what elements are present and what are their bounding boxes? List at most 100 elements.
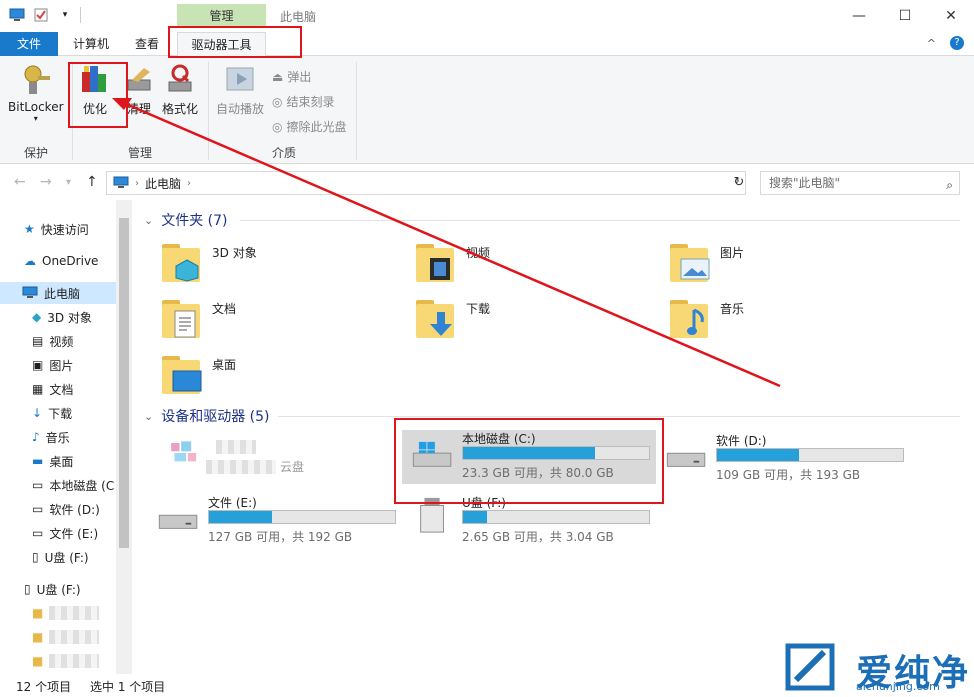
film-icon: ▤ — [32, 334, 44, 348]
drive-capacity-text: 109 GB 可用，共 193 GB — [716, 468, 861, 482]
recent-dropdown-icon[interactable]: ▾ — [66, 177, 71, 188]
folder-pictures-icon — [668, 240, 712, 284]
folder-label: 视频 — [466, 246, 491, 260]
properties-icon[interactable] — [32, 6, 50, 24]
device-cloud-drive[interactable]: 云盘 — [156, 432, 386, 482]
nav-videos[interactable]: ▤ 视频 — [32, 330, 73, 352]
folder-label: 下载 — [466, 302, 491, 316]
drive-usage-bar — [462, 510, 650, 524]
maximize-button[interactable]: ☐ — [882, 0, 928, 32]
group-label-manage: 管理 — [128, 146, 153, 160]
nav-label: 音乐 — [45, 430, 70, 445]
autoplay-label: 自动播放 — [216, 102, 265, 116]
nav-usb-f-root[interactable]: ▯ U盘 (F:) — [24, 578, 81, 600]
download-arrow-icon: ↓ — [32, 406, 43, 420]
collapse-ribbon-icon[interactable]: ^ — [927, 37, 936, 50]
erase-disc-button[interactable]: ◎ 擦除此光盘 — [272, 118, 347, 135]
format-button[interactable]: 格式化 — [162, 62, 198, 117]
refresh-icon[interactable]: ↻ — [730, 171, 748, 193]
device-software-d[interactable]: 软件 (D:) 109 GB 可用，共 193 GB — [656, 432, 910, 486]
nav-this-pc[interactable]: 此电脑 — [0, 282, 116, 304]
cloud-icon: ☁ — [24, 254, 36, 268]
breadcrumb-this-pc[interactable]: 此电脑 — [145, 175, 181, 192]
blurred-label — [49, 630, 100, 644]
drive-capacity-text: 127 GB 可用，共 192 GB — [208, 530, 353, 544]
back-arrow-icon[interactable]: ← — [14, 174, 26, 190]
eject-button[interactable]: ⏏ 弹出 — [272, 68, 311, 85]
folder-pictures[interactable]: 图片 — [668, 240, 744, 284]
nav-blurred-item[interactable]: ■ — [32, 626, 100, 648]
devices-section-header[interactable]: ⌄ 设备和驱动器 (5) — [144, 406, 270, 426]
nav-local-disk-c[interactable]: ▭ 本地磁盘 (C — [32, 474, 114, 496]
nav-blurred-item[interactable]: ■ — [32, 650, 100, 672]
folder-videos[interactable]: 视频 — [414, 240, 490, 284]
folder-downloads[interactable]: 下载 — [414, 296, 490, 340]
finish-burn-button[interactable]: ◎ 结束刻录 — [272, 93, 335, 110]
autoplay-button[interactable]: 自动播放 — [216, 62, 264, 117]
folder-label: 音乐 — [720, 302, 745, 316]
picture-icon: ▣ — [32, 358, 44, 372]
folder-documents[interactable]: 文档 — [160, 296, 236, 340]
nav-software-d[interactable]: ▭ 软件 (D:) — [32, 498, 100, 520]
nav-3d-objects[interactable]: ◆ 3D 对象 — [32, 306, 92, 328]
device-files-e[interactable]: 文件 (E:) 127 GB 可用，共 192 GB — [148, 494, 402, 548]
cleanup-label: 清理 — [126, 102, 151, 116]
nav-scrollbar-thumb[interactable] — [119, 218, 129, 548]
folder-label: 图片 — [720, 246, 745, 260]
highlight-box-drive-tools — [168, 26, 302, 58]
forward-arrow-icon[interactable]: → — [40, 174, 52, 190]
folders-section-title: 文件夹 (7) — [161, 213, 228, 229]
folder-music[interactable]: 音乐 — [668, 296, 744, 340]
customize-dropdown-icon[interactable]: ▾ — [56, 6, 74, 24]
folder-icon: ■ — [32, 606, 44, 620]
nav-documents[interactable]: ▦ 文档 — [32, 378, 73, 400]
ribbon-tabs: 文件 计算机 查看 驱动器工具 ^ ? — [0, 32, 974, 57]
minimize-button[interactable]: — — [836, 0, 882, 32]
nav-label: 桌面 — [49, 454, 74, 469]
folder-desktop[interactable]: 桌面 — [160, 352, 236, 396]
up-arrow-icon[interactable]: ↑ — [86, 174, 98, 190]
cloud-drive-icon — [171, 441, 197, 462]
tab-view[interactable]: 查看 — [125, 32, 169, 56]
collapse-chevron-icon[interactable]: ⌄ — [144, 410, 153, 423]
desktop-icon: ▬ — [32, 454, 44, 468]
erase-disc-label: 擦除此光盘 — [286, 120, 347, 134]
tab-file[interactable]: 文件 — [0, 32, 58, 56]
drive-usage-fill — [209, 511, 273, 523]
nav-quick-access[interactable]: ★ 快速访问 — [24, 218, 89, 240]
nav-music[interactable]: ♪ 音乐 — [32, 426, 70, 448]
nav-label: 快速访问 — [40, 222, 89, 237]
erase-disc-icon: ◎ — [272, 119, 283, 134]
highlight-box-drive-c — [394, 418, 664, 504]
disc-icon: ◎ — [272, 94, 283, 109]
computer-small-icon — [113, 176, 129, 191]
folder-3d-objects[interactable]: 3D 对象 — [160, 240, 257, 284]
bitlocker-button[interactable]: BitLocker ▾ — [8, 62, 64, 123]
search-icon[interactable]: ⌕ — [946, 174, 953, 196]
bitlocker-key-icon — [19, 62, 53, 96]
bitlocker-dropdown-icon: ▾ — [33, 114, 38, 123]
computer-icon[interactable] — [8, 6, 26, 24]
blurred-drive-label — [206, 460, 276, 474]
tab-computer[interactable]: 计算机 — [62, 32, 120, 56]
nav-files-e[interactable]: ▭ 文件 (E:) — [32, 522, 98, 544]
help-icon[interactable]: ? — [950, 36, 964, 50]
drive-usage-bar — [716, 448, 904, 462]
search-input[interactable]: 搜索"此电脑" ⌕ — [760, 171, 960, 195]
breadcrumb-chevron-icon[interactable]: › — [187, 178, 191, 189]
close-button[interactable]: ✕ — [928, 0, 974, 32]
cloud-drive-label: 云盘 — [280, 460, 305, 474]
nav-pictures[interactable]: ▣ 图片 — [32, 354, 73, 376]
nav-usb-f[interactable]: ▯ U盘 (F:) — [32, 546, 89, 568]
folders-section-header[interactable]: ⌄ 文件夹 (7) — [144, 210, 228, 230]
group-label-protect: 保护 — [24, 146, 49, 160]
nav-onedrive[interactable]: ☁ OneDrive — [24, 250, 98, 272]
cube-icon: ◆ — [32, 310, 42, 324]
nav-label: 此电脑 — [44, 286, 81, 301]
nav-blurred-item[interactable]: ■ — [32, 602, 100, 624]
folder-documents-icon — [160, 296, 204, 340]
address-box[interactable]: › 此电脑 › ⌄ — [106, 171, 746, 195]
nav-desktop[interactable]: ▬ 桌面 — [32, 450, 73, 472]
nav-downloads[interactable]: ↓ 下载 — [32, 402, 72, 424]
collapse-chevron-icon[interactable]: ⌄ — [144, 214, 153, 227]
